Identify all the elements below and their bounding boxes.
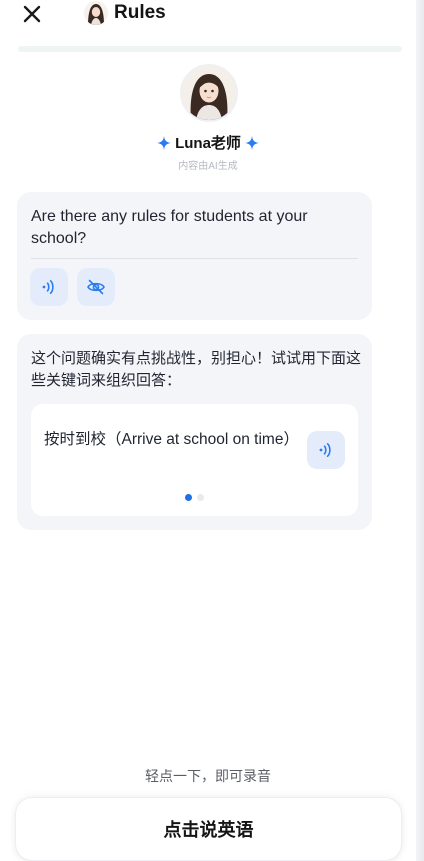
record-button[interactable]: 点击说英语 <box>16 798 401 860</box>
carousel-dot[interactable] <box>197 494 204 501</box>
play-keyword-audio-button[interactable] <box>307 431 345 469</box>
keyword-text: 按时到校（Arrive at school on time） <box>44 431 299 448</box>
ai-generated-note: 内容由AI生成 <box>178 161 238 172</box>
tutor-avatar-small <box>84 1 108 25</box>
speaker-icon <box>319 443 331 457</box>
question-text: Are there any rules for students at your… <box>31 208 308 247</box>
sparkle-icon <box>157 135 172 150</box>
hint-card: 这个问题确实有点挑战性，别担心！试试用下面这些关键词来组织回答： 按时到校（Ar… <box>17 334 372 530</box>
tutor-name-row: Luna老师 <box>0 132 416 153</box>
screen-edge <box>416 0 424 861</box>
tutor-name: Luna老师 <box>175 135 241 152</box>
divider <box>31 258 358 259</box>
header: Rules <box>0 0 416 30</box>
question-card: Are there any rules for students at your… <box>17 192 372 320</box>
hide-question-text-button[interactable] <box>77 268 115 306</box>
carousel-dots <box>31 494 358 501</box>
speaker-icon <box>42 280 54 294</box>
eye-off-icon <box>87 279 105 295</box>
sparkle-icon <box>244 135 259 150</box>
carousel-dot-active[interactable] <box>185 494 192 501</box>
record-button-label: 点击说英语 <box>163 820 254 840</box>
close-button[interactable] <box>20 2 44 26</box>
keyword-card[interactable]: 按时到校（Arrive at school on time） <box>31 404 358 516</box>
play-question-audio-button[interactable] <box>30 268 68 306</box>
progress-bar <box>18 46 402 52</box>
hint-text: 这个问题确实有点挑战性，别担心！试试用下面这些关键词来组织回答： <box>31 350 362 389</box>
close-icon <box>23 5 41 23</box>
tap-to-record-hint: 轻点一下，即可录音 <box>145 768 271 784</box>
page-title: Rules <box>114 2 166 23</box>
tutor-avatar <box>180 64 238 122</box>
